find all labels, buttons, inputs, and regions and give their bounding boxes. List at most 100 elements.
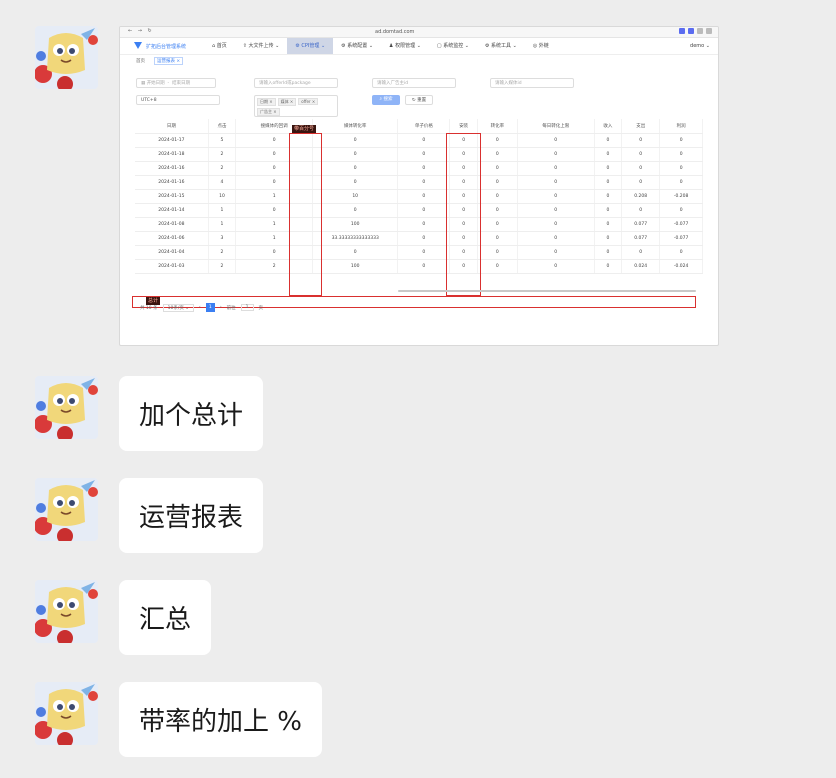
start-date: 开始日期 <box>146 81 165 86</box>
horizontal-scrollbar[interactable] <box>398 290 696 292</box>
browser-url[interactable]: ad.domtad.com <box>375 29 414 35</box>
reset-button[interactable]: ↻ 重置 <box>405 95 433 105</box>
table-cell: 0 <box>397 175 451 190</box>
table-cell: 2024-01-04 <box>135 245 209 260</box>
column-header[interactable]: 单子价格 <box>397 119 451 134</box>
highlight-media-rate <box>289 133 322 296</box>
group-tag[interactable]: 日期 × <box>257 98 276 106</box>
prev-page-icon[interactable]: ‹ <box>199 305 201 310</box>
table-cell: 2024-01-08 <box>135 217 209 232</box>
table-cell: 0 <box>621 133 661 148</box>
next-page-icon[interactable]: › <box>220 305 222 310</box>
column-header[interactable]: 支出 <box>621 119 661 134</box>
column-header[interactable]: 利润 <box>659 119 703 134</box>
table-cell: 0 <box>397 161 451 176</box>
report-table: 日期 点击 搜媒体的回调 媒体转化率 单子价格 安装 转化率 每日转化上限 收入 支出 利润 2024… <box>135 119 703 274</box>
message-bubble[interactable]: 加个总计 <box>119 376 264 451</box>
table-cell: 0 <box>594 231 623 246</box>
sender-avatar[interactable] <box>35 376 98 439</box>
table-cell: 0 <box>477 175 518 190</box>
app-header: 扩拓后台管理系统 ⌂ 首页 ⇪ 大文件上传 ⌄ ⚙ CPI管理 ⌄ ⚙ 系统配置 ⌄ ♟… <box>120 38 718 55</box>
table-cell: 0 <box>659 175 703 190</box>
table-cell: -0.077 <box>659 217 703 232</box>
table-cell: 0 <box>594 259 623 274</box>
table-cell: 0 <box>517 217 595 232</box>
table-cell: 2 <box>208 259 237 274</box>
menu-item[interactable]: ♟ 权限管理 ⌄ <box>381 38 429 54</box>
timezone-select[interactable]: UTC+8 <box>136 95 220 105</box>
table-row: 2024-01-03 2 2 100 0 0 0 0 0 0.024 -0.024 <box>135 259 703 274</box>
table-cell: 0 <box>477 217 518 232</box>
table-cell: 0 <box>621 161 661 176</box>
table-cell: 4 <box>208 175 237 190</box>
search-button-label: 搜索 <box>383 97 393 102</box>
table-cell: 0 <box>594 175 623 190</box>
table-cell: 0 <box>517 203 595 218</box>
reset-button-label: 重置 <box>417 98 427 103</box>
menu-item[interactable]: ◎ 外链 <box>525 38 557 54</box>
channel-id-input[interactable]: 请输入媒体id <box>490 78 574 88</box>
menu-item[interactable]: ⚙ CPI管理 ⌄ <box>287 38 334 54</box>
tab-report[interactable]: 运营报表 × <box>154 57 184 65</box>
column-header[interactable]: 安装 <box>449 119 478 134</box>
browser-extension-icons[interactable] <box>679 28 712 34</box>
table-cell: 2024-01-15 <box>135 189 209 204</box>
group-by-select[interactable]: 日期 × 媒体 × offer × 广告主 × <box>254 95 338 117</box>
table-cell: 0 <box>397 231 451 246</box>
table-cell: 2024-01-17 <box>135 133 209 148</box>
tab-home[interactable]: 首页 <box>136 58 145 64</box>
user-menu[interactable]: demo ⌄ <box>690 43 710 49</box>
sender-avatar[interactable] <box>35 580 98 643</box>
column-header[interactable]: 日期 <box>135 119 209 134</box>
group-tag[interactable]: 媒体 × <box>277 98 297 106</box>
sender-avatar[interactable] <box>35 478 98 541</box>
menu-item[interactable]: ⇪ 大文件上传 ⌄ <box>235 38 288 54</box>
search-button[interactable]: ⌕ 搜索 <box>372 95 400 105</box>
column-header[interactable]: 收入 <box>594 119 623 134</box>
menu-item[interactable]: ▢ 系统监控 ⌄ <box>429 38 477 54</box>
table-cell: 0 <box>312 175 399 190</box>
table-cell: 0 <box>659 203 703 218</box>
date-range-input[interactable]: ▦ 开始日期 - 结束日期 <box>136 78 216 88</box>
table-cell: 2024-01-16 <box>135 175 209 190</box>
menu-item[interactable]: ⚙ 系统工具 ⌄ <box>477 38 525 54</box>
column-header[interactable]: 点击 <box>208 119 237 134</box>
sender-avatar[interactable] <box>35 26 98 89</box>
column-header[interactable]: 每日转化上限 <box>517 119 595 134</box>
table-cell: 0 <box>477 203 518 218</box>
table-cell: 3 <box>208 231 237 246</box>
current-page[interactable]: 1 <box>205 303 215 312</box>
group-tag[interactable]: 广告主 × <box>257 108 280 116</box>
advertiser-id-input[interactable]: 请输入广告主id <box>372 78 456 88</box>
menu-item[interactable]: ⚙ 系统配置 ⌄ <box>333 38 381 54</box>
table-cell: 1 <box>208 203 237 218</box>
highlight-conversion-rate <box>446 133 481 296</box>
package-input[interactable]: 请输入offerId或package <box>254 78 338 88</box>
table-cell: 0 <box>517 259 595 274</box>
table-cell: 2024-01-16 <box>135 161 209 176</box>
message-bubble[interactable]: 运营报表 <box>119 478 264 553</box>
table-cell: 0 <box>659 147 703 162</box>
sender-avatar[interactable] <box>35 682 98 745</box>
table-cell: 0 <box>517 245 595 260</box>
table-cell: 0 <box>594 203 623 218</box>
table-cell: 2024-01-06 <box>135 231 209 246</box>
column-header[interactable]: 媒体转化率 <box>312 119 399 134</box>
menu-item[interactable]: ⌂ 首页 <box>204 38 235 54</box>
column-header[interactable]: 转化率 <box>477 119 518 134</box>
group-tag[interactable]: offer × <box>298 98 319 105</box>
browser-nav-icons[interactable]: ← → ↻ <box>128 28 154 34</box>
table-row: 2024-01-16 4 0 0 0 0 0 0 0 0 0 <box>135 175 703 190</box>
table-cell: 0.077 <box>621 231 661 246</box>
page-size-select[interactable]: 10条/页 ⌄ <box>162 303 195 312</box>
table-cell: 0 <box>312 245 399 260</box>
goto-input[interactable]: 1 <box>240 304 254 311</box>
table-cell: 0 <box>659 133 703 148</box>
page-suffix: 页 <box>258 305 264 311</box>
message-bubble[interactable]: 汇总 <box>119 580 212 655</box>
table-cell: 0 <box>312 147 399 162</box>
message-bubble[interactable]: 带率的加上 % <box>119 682 322 757</box>
image-message[interactable]: ← → ↻ ad.domtad.com 扩拓后台管理系统 ⌂ 首页 ⇪ 大文件上传… <box>119 26 719 346</box>
table-cell: 0 <box>621 203 661 218</box>
table-cell: 0.077 <box>621 217 661 232</box>
